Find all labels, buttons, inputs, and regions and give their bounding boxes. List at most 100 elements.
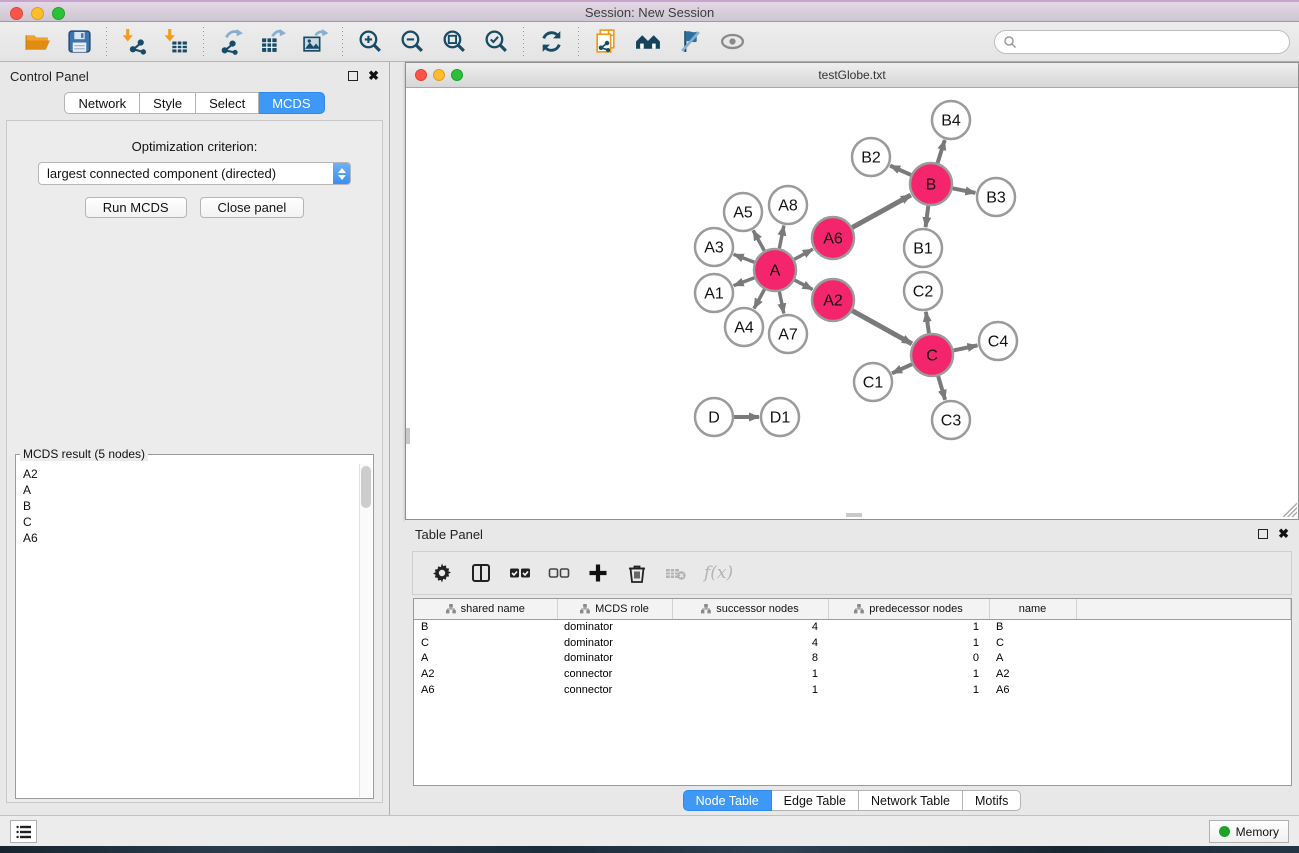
canvas-horizontal-scrollbar[interactable] [846, 513, 862, 517]
show-task-history-button[interactable] [10, 820, 37, 843]
result-item[interactable]: A6 [23, 530, 359, 546]
graph-edge-A-A1[interactable] [734, 278, 755, 286]
search-input[interactable] [1017, 35, 1289, 49]
hide-graphics-details-button[interactable] [675, 27, 705, 57]
function-builder-button[interactable]: f(x) [704, 563, 733, 583]
graph-edge-A-A4[interactable] [754, 289, 764, 308]
close-panel-icon[interactable]: ✖ [368, 71, 379, 81]
flag-slash-icon [677, 28, 704, 55]
graph-edge-C-C3[interactable] [938, 376, 945, 400]
graph-edge-B-B1[interactable] [926, 206, 929, 227]
column-header-successor-nodes[interactable]: successor nodes [672, 599, 828, 619]
zoom-selected-button[interactable] [481, 27, 511, 57]
table-close-panel-icon[interactable]: ✖ [1278, 529, 1289, 539]
result-item[interactable]: B [23, 498, 359, 514]
graph-edge-B-B4[interactable] [938, 140, 945, 163]
table-panel: Table Panel ✖ [405, 520, 1299, 815]
table-row[interactable]: A2connector 11 A2 [414, 666, 1291, 682]
tab-motifs[interactable]: Motifs [963, 790, 1021, 811]
graph-edge-A2-C[interactable] [852, 311, 912, 344]
graph-edge-C-C2[interactable] [926, 312, 929, 333]
graph-edge-B-B3[interactable] [953, 188, 976, 193]
tab-network[interactable]: Network [64, 92, 140, 114]
table-options-button[interactable] [431, 562, 453, 584]
show-graphics-details-button[interactable] [717, 27, 747, 57]
select-stepper-icon [333, 163, 350, 184]
save-floppy-icon [66, 28, 93, 55]
network-graph[interactable]: B4B2BB3A8A5A6A3B1AC2A1A2A4A7C4CC1DD1C3 [406, 88, 1298, 518]
graph-edge-A6-B[interactable] [852, 195, 911, 227]
export-table-icon [260, 28, 287, 55]
result-scrollbar-thumb[interactable] [361, 466, 371, 508]
column-selector-button[interactable] [470, 562, 492, 584]
graph-edge-B-B2[interactable] [890, 166, 911, 175]
columns-icon [470, 562, 492, 584]
graph-edge-A-A5[interactable] [753, 230, 764, 250]
result-scrollbar[interactable] [359, 464, 372, 797]
network-window-title: testGlobe.txt [406, 68, 1298, 82]
graph-edge-A-A8[interactable] [779, 226, 784, 249]
delete-table-button[interactable] [665, 562, 687, 584]
export-network-button[interactable] [216, 27, 246, 57]
search-field[interactable] [994, 30, 1290, 54]
table-row[interactable]: Adominator 80 A [414, 651, 1291, 667]
table-row[interactable]: Bdominator 41 B [414, 619, 1291, 635]
export-image-icon [302, 28, 329, 55]
zoom-out-button[interactable] [397, 27, 427, 57]
deselect-all-button[interactable] [548, 562, 570, 584]
new-session-from-network-button[interactable] [591, 27, 621, 57]
add-column-button[interactable] [587, 562, 609, 584]
graph-node-label-A6: A6 [823, 231, 843, 248]
memory-button[interactable]: Memory [1209, 820, 1289, 843]
column-header-predecessor-nodes[interactable]: predecessor nodes [828, 599, 989, 619]
graph-node-label-A: A [770, 263, 781, 280]
run-mcds-button[interactable]: Run MCDS [85, 197, 187, 218]
network-window-titlebar[interactable]: testGlobe.txt [406, 63, 1298, 88]
result-item[interactable]: C [23, 514, 359, 530]
graph-node-label-B1: B1 [913, 241, 933, 258]
tab-style[interactable]: Style [140, 92, 196, 114]
table-row[interactable]: A6connector 11 A6 [414, 682, 1291, 698]
graph-edge-A-A7[interactable] [779, 292, 783, 314]
export-image-button[interactable] [300, 27, 330, 57]
graph-node-label-D: D [708, 410, 720, 427]
float-panel-icon[interactable] [348, 71, 358, 81]
window-resize-grip[interactable] [1283, 503, 1297, 517]
select-all-button[interactable] [509, 562, 531, 584]
tab-edge-table[interactable]: Edge Table [772, 790, 859, 811]
show-all-networks-button[interactable] [633, 27, 663, 57]
export-table-button[interactable] [258, 27, 288, 57]
open-file-button[interactable] [22, 27, 52, 57]
result-item[interactable]: A [23, 482, 359, 498]
graph-node-label-A3: A3 [704, 240, 724, 257]
table-row[interactable]: Cdominator 41 C [414, 635, 1291, 651]
tab-select[interactable]: Select [196, 92, 259, 114]
zoom-in-button[interactable] [355, 27, 385, 57]
graph-edge-C-C1[interactable] [892, 364, 912, 373]
canvas-vertical-scrollbar[interactable] [406, 428, 410, 444]
network-canvas[interactable]: B4B2BB3A8A5A6A3B1AC2A1A2A4A7C4CC1DD1C3 [406, 88, 1298, 518]
graph-edge-A-A2[interactable] [795, 280, 813, 289]
network-view-window: testGlobe.txt B4B2BB3A8A5A6A3B1AC2A1A2A4… [405, 62, 1299, 520]
column-header-shared-name[interactable]: shared name [414, 599, 557, 619]
import-network-button[interactable] [119, 27, 149, 57]
delete-column-button[interactable] [626, 562, 648, 584]
tab-mcds[interactable]: MCDS [259, 92, 324, 114]
graph-edge-C-C4[interactable] [954, 345, 978, 350]
graph-edge-A-A6[interactable] [794, 249, 813, 259]
mcds-result-list[interactable]: A2 A B C A6 [17, 464, 359, 797]
criterion-select[interactable]: largest connected component (directed) [38, 162, 351, 185]
result-item[interactable]: A2 [23, 466, 359, 482]
close-panel-button[interactable]: Close panel [200, 197, 305, 218]
tab-network-table[interactable]: Network Table [859, 790, 963, 811]
tab-node-table[interactable]: Node Table [683, 790, 772, 811]
refresh-button[interactable] [536, 27, 566, 57]
import-table-button[interactable] [161, 27, 191, 57]
column-header-name[interactable]: name [989, 599, 1076, 619]
table-float-panel-icon[interactable] [1258, 529, 1268, 539]
graph-edge-A-A3[interactable] [734, 254, 755, 262]
zoom-fit-button[interactable] [439, 27, 469, 57]
column-header-mcds-role[interactable]: MCDS role [557, 599, 672, 619]
save-session-button[interactable] [64, 27, 94, 57]
refresh-icon [538, 28, 565, 55]
